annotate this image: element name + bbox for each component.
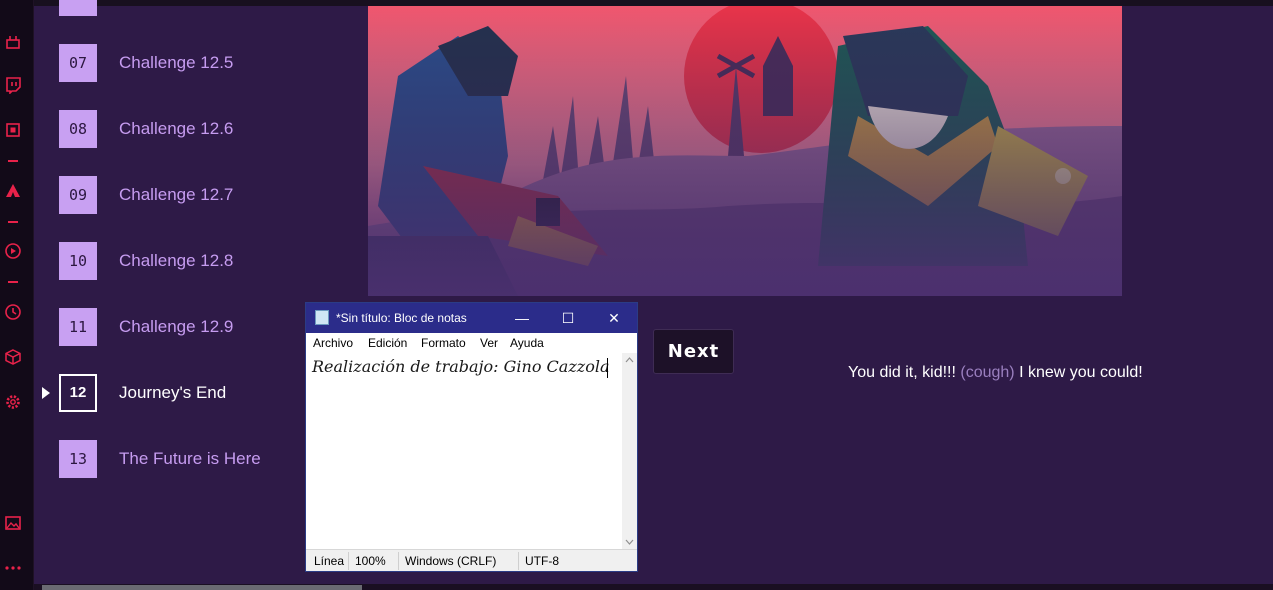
menu-ayuda[interactable]: Ayuda	[510, 336, 544, 350]
dialogue-line-1: You did it, kid!!!	[848, 364, 956, 381]
chapter-label: Challenge 12.8	[119, 251, 234, 270]
current-chapter-arrow-icon	[42, 387, 50, 399]
chapter-number	[59, 0, 97, 16]
horizontal-scrollbar[interactable]	[42, 585, 362, 590]
notepad-window[interactable]: *Sin título: Bloc de notas — ☐ ✕ Archivo…	[305, 302, 638, 572]
status-zoom: 100%	[355, 554, 386, 568]
notepad-statusbar: Línea 1 100% Windows (CRLF) UTF-8	[306, 549, 637, 571]
text-caret	[607, 358, 608, 378]
app-window: 07 Challenge 12.5 08 Challenge 12.6 09 C…	[0, 0, 1273, 590]
chapter-item[interactable]: 09 Challenge 12.7	[34, 176, 374, 216]
status-divider	[518, 552, 519, 570]
rail-divider	[8, 160, 18, 162]
chapter-label: Challenge 12.6	[119, 119, 234, 138]
chapter-item[interactable]: 08 Challenge 12.6	[34, 110, 374, 150]
menu-formato[interactable]: Formato	[421, 336, 466, 350]
notepad-menubar: Archivo Edición Formato Ver Ayuda	[306, 333, 637, 353]
menu-ver[interactable]: Ver	[480, 336, 498, 350]
cake-icon[interactable]	[4, 32, 22, 50]
gallery-icon[interactable]	[4, 514, 22, 532]
cpu-icon[interactable]	[4, 121, 22, 139]
chapter-number: 10	[59, 242, 97, 280]
chapter-number: 08	[59, 110, 97, 148]
status-divider	[348, 552, 349, 570]
rail-divider	[8, 221, 18, 223]
status-encoding: UTF-8	[525, 554, 559, 568]
scroll-down-icon[interactable]	[625, 539, 634, 545]
more-icon[interactable]	[4, 559, 22, 577]
minimize-button[interactable]: —	[499, 303, 545, 333]
twitch-icon[interactable]	[4, 76, 22, 94]
rail-divider	[8, 281, 18, 283]
status-position: Línea 1	[314, 554, 348, 568]
notepad-content: Realización de trabajo: Gino Cazzola	[312, 357, 610, 376]
settings-icon[interactable]	[4, 393, 22, 411]
maximize-button[interactable]: ☐	[545, 303, 591, 333]
notepad-title: *Sin título: Bloc de notas	[336, 311, 467, 325]
dialogue-aside: (cough)	[960, 364, 1015, 381]
close-button[interactable]: ✕	[591, 303, 637, 333]
chapter-label: Challenge 12.5	[119, 53, 234, 72]
status-eol: Windows (CRLF)	[405, 554, 497, 568]
chapter-number: 11	[59, 308, 97, 346]
notepad-text-area[interactable]: Realización de trabajo: Gino Cazzola	[306, 353, 622, 549]
notepad-titlebar[interactable]: *Sin título: Bloc de notas — ☐ ✕	[306, 303, 637, 333]
scroll-up-icon[interactable]	[625, 357, 634, 363]
sidebar-rail	[0, 0, 34, 590]
chapter-number: 13	[59, 440, 97, 478]
dialogue-text: You did it, kid!!! (cough) I knew you co…	[848, 364, 1143, 382]
notepad-icon	[315, 310, 329, 325]
chapter-number: 09	[59, 176, 97, 214]
chapter-label: Challenge 12.7	[119, 185, 234, 204]
chapter-item[interactable]: 10 Challenge 12.8	[34, 242, 374, 282]
chapter-label: Journey's End	[119, 383, 227, 402]
chapter-number: 07	[59, 44, 97, 82]
status-divider	[398, 552, 399, 570]
menu-archivo[interactable]: Archivo	[313, 336, 353, 350]
chapter-label: Challenge 12.9	[119, 317, 234, 336]
chapter-number: 12	[59, 374, 97, 412]
menu-edicion[interactable]: Edición	[368, 336, 407, 350]
clock-icon[interactable]	[4, 303, 22, 321]
next-button[interactable]: Next	[653, 329, 734, 374]
chapter-item[interactable]: 07 Challenge 12.5	[34, 44, 374, 84]
bottom-strip	[34, 584, 1273, 590]
chapter-item-partial[interactable]	[34, 0, 374, 18]
play-icon[interactable]	[4, 242, 22, 260]
story-illustration	[368, 6, 1122, 296]
logo-icon[interactable]	[4, 181, 22, 199]
dialogue-line-2: I knew you could!	[1019, 364, 1143, 381]
vertical-scrollbar[interactable]	[622, 353, 637, 549]
chapter-label: The Future is Here	[119, 449, 261, 468]
cube-icon[interactable]	[4, 348, 22, 366]
